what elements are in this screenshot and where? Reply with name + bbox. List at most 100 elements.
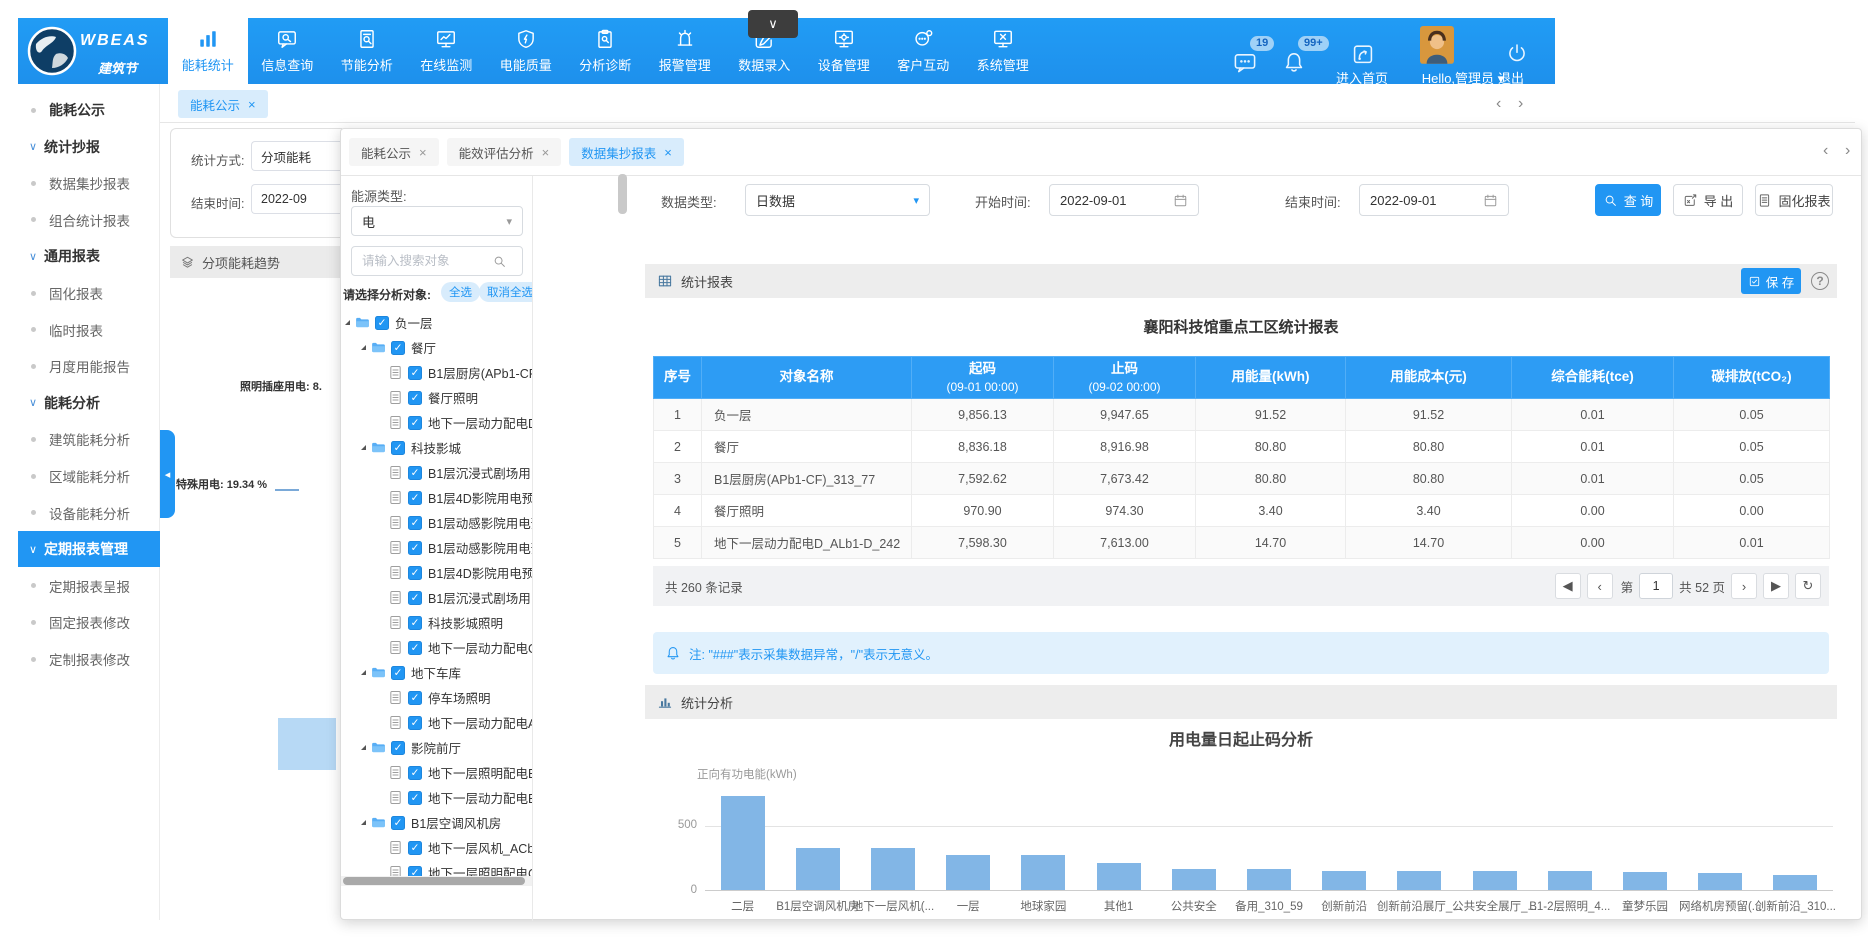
tree-node[interactable]: ✓地下一层动力配电D_242 — [387, 410, 533, 435]
tab-energy-publicity[interactable]: 能耗公示 × — [178, 90, 268, 118]
sidebar-item[interactable]: ∨通用报表 — [18, 238, 160, 274]
tree-node[interactable]: ✓地下车库 — [361, 660, 533, 685]
checkbox-checked[interactable]: ✓ — [391, 816, 405, 830]
page-input[interactable] — [1639, 573, 1673, 599]
scrollbar-thumb[interactable] — [343, 877, 525, 885]
nav-item[interactable]: 在线监测 — [407, 18, 487, 84]
energy-type-select[interactable]: 电 ▾ — [351, 206, 523, 236]
page-first-button[interactable]: ◀ — [1555, 573, 1581, 599]
window-tab[interactable]: 能效评估分析× — [447, 138, 562, 166]
nav-item[interactable]: 系统管理 — [963, 18, 1043, 84]
sidebar-item[interactable]: ∨能耗分析 — [18, 385, 160, 421]
nav-item[interactable]: 分析诊断 — [566, 18, 646, 84]
tree-node[interactable]: ✓地下一层照明配电B_ALEb1-B_26 — [387, 760, 533, 785]
checkbox-checked[interactable]: ✓ — [408, 716, 422, 730]
sidebar-item[interactable]: 定期报表呈报 — [18, 568, 160, 604]
expander-icon[interactable] — [361, 445, 366, 450]
tree-horizontal-scrollbar[interactable] — [341, 876, 533, 886]
tree-node[interactable]: ✓地下一层动力配电B_ALb1-B_267 — [387, 785, 533, 810]
help-icon[interactable]: ? — [1811, 272, 1829, 290]
start-date-input[interactable]: 2022-09-01 — [1049, 184, 1199, 216]
sidebar-item[interactable]: 能耗公示 — [18, 92, 160, 128]
end-time-input[interactable]: 2022-09 — [251, 184, 343, 214]
checkbox-checked[interactable]: ✓ — [408, 641, 422, 655]
tree-node[interactable]: ✓地下一层动力配电G_ALb1-G_269 — [387, 635, 533, 660]
checkbox-checked[interactable]: ✓ — [408, 466, 422, 480]
tabs-scroll-right-icon[interactable]: › — [1518, 96, 1523, 112]
checkbox-checked[interactable]: ✓ — [408, 566, 422, 580]
nav-item[interactable]: 能耗统计 — [168, 18, 248, 84]
tree-node[interactable]: ✓地下一层风机_ACb1_252 — [387, 835, 533, 860]
checkbox-checked[interactable]: ✓ — [391, 741, 405, 755]
page-next-button[interactable]: › — [1731, 573, 1757, 599]
search-input[interactable] — [362, 254, 492, 268]
checkbox-checked[interactable]: ✓ — [408, 591, 422, 605]
sidebar-item[interactable]: 月度用能报告 — [18, 348, 160, 384]
checkbox-checked[interactable]: ✓ — [391, 341, 405, 355]
window-tabs-scroll-right-icon[interactable]: › — [1845, 143, 1850, 159]
checkbox-checked[interactable]: ✓ — [408, 691, 422, 705]
tree-node[interactable]: ✓B1层沉浸式剧场用电预留(ALb1-Y — [387, 460, 533, 485]
tree-node[interactable]: ✓停车场照明 — [387, 685, 533, 710]
window-tab[interactable]: 数据集抄报表× — [569, 138, 684, 166]
save-button[interactable]: 保 存 — [1741, 268, 1801, 294]
checkbox-checked[interactable]: ✓ — [408, 391, 422, 405]
nav-item[interactable]: 电能质量 — [486, 18, 566, 84]
close-icon[interactable]: × — [542, 145, 550, 160]
search-icon[interactable] — [492, 254, 507, 269]
data-type-select[interactable]: 日数据 ▾ — [745, 184, 930, 216]
expander-icon[interactable] — [361, 745, 366, 750]
tabs-scroll-left-icon[interactable]: ‹ — [1496, 96, 1501, 112]
tree-node[interactable]: ✓B1层4D影院用电预留(ALb1-YY(4 — [387, 560, 533, 585]
table-row[interactable]: 4餐厅照明970.90974.303.403.400.000.00 — [654, 495, 1830, 527]
tree-node[interactable]: ✓科技影城 — [361, 435, 533, 460]
window-tab[interactable]: 能耗公示× — [349, 138, 439, 166]
checkbox-checked[interactable]: ✓ — [408, 541, 422, 555]
power-icon[interactable] — [1505, 42, 1529, 66]
tree-node[interactable]: ✓B1层空调风机房 — [361, 810, 533, 835]
export-button[interactable]: 导 出 — [1673, 184, 1743, 216]
page-last-button[interactable]: ▶ — [1763, 573, 1789, 599]
messages-icon[interactable] — [1233, 50, 1257, 74]
expander-icon[interactable] — [361, 670, 366, 675]
nav-item[interactable]: 客户互动 — [884, 18, 964, 84]
sidebar-item[interactable]: 区域能耗分析 — [18, 458, 160, 494]
end-date-input[interactable]: 2022-09-01 — [1359, 184, 1509, 216]
sidebar-item[interactable]: 固化报表 — [18, 275, 160, 311]
sidebar-item[interactable]: 组合统计报表 — [18, 202, 160, 238]
sidebar-item[interactable]: 定制报表修改 — [18, 641, 160, 677]
table-row[interactable]: 2餐厅8,836.188,916.9880.8080.800.010.05 — [654, 431, 1830, 463]
tree-node[interactable]: ✓B1层沉浸式剧场用电预留(ALb1-Y — [387, 585, 533, 610]
sidebar-item[interactable]: 临时报表 — [18, 312, 160, 348]
close-icon[interactable]: × — [664, 145, 672, 160]
checkbox-checked[interactable]: ✓ — [408, 766, 422, 780]
tree-node[interactable]: ✓B1层动感影院用电预留(ALb1-YY — [387, 510, 533, 535]
tree-node[interactable]: ✓B1层厨房(APb1-CF)_313_77 — [387, 360, 533, 385]
checkbox-checked[interactable]: ✓ — [408, 516, 422, 530]
window-tabs-scroll-left-icon[interactable]: ‹ — [1823, 143, 1828, 159]
checkbox-checked[interactable]: ✓ — [375, 316, 389, 330]
checkbox-checked[interactable]: ✓ — [391, 666, 405, 680]
tree-node[interactable]: ✓餐厅照明 — [387, 385, 533, 410]
tree-node[interactable]: ✓B1层4D影院用电预留(ALb1-YY(4 — [387, 485, 533, 510]
tree-node[interactable]: ✓餐厅 — [361, 335, 533, 360]
deselect-all-button[interactable]: 取消全选 — [479, 282, 533, 302]
nav-item[interactable]: 设备管理 — [804, 18, 884, 84]
tree-node[interactable]: ✓B1层动感影院用电预留(ALb1-YY — [387, 535, 533, 560]
tree-node[interactable]: ✓负一层 — [345, 310, 533, 335]
page-prev-button[interactable]: ‹ — [1587, 573, 1613, 599]
content-vertical-scrollbar-thumb[interactable] — [618, 174, 627, 214]
checkbox-checked[interactable]: ✓ — [408, 841, 422, 855]
nav-item[interactable]: 信息查询 — [248, 18, 328, 84]
tree-node[interactable]: ✓地下一层动力配电A_ALb1-A_266 — [387, 710, 533, 735]
sidebar-item[interactable]: ∨定期报表管理 — [18, 531, 160, 567]
user-avatar[interactable] — [1420, 26, 1454, 64]
stat-mode-select[interactable]: 分项能耗 — [251, 141, 343, 171]
expander-icon[interactable] — [361, 345, 366, 350]
checkbox-checked[interactable]: ✓ — [408, 791, 422, 805]
checkbox-checked[interactable]: ✓ — [408, 366, 422, 380]
table-row[interactable]: 5地下一层动力配电D_ALb1-D_2427,598.307,613.0014.… — [654, 527, 1830, 559]
tree-node[interactable]: ✓科技影城照明 — [387, 610, 533, 635]
notifications-bell-icon[interactable] — [1282, 50, 1306, 74]
nav-collapse-toggle[interactable]: ∨ — [748, 10, 798, 38]
